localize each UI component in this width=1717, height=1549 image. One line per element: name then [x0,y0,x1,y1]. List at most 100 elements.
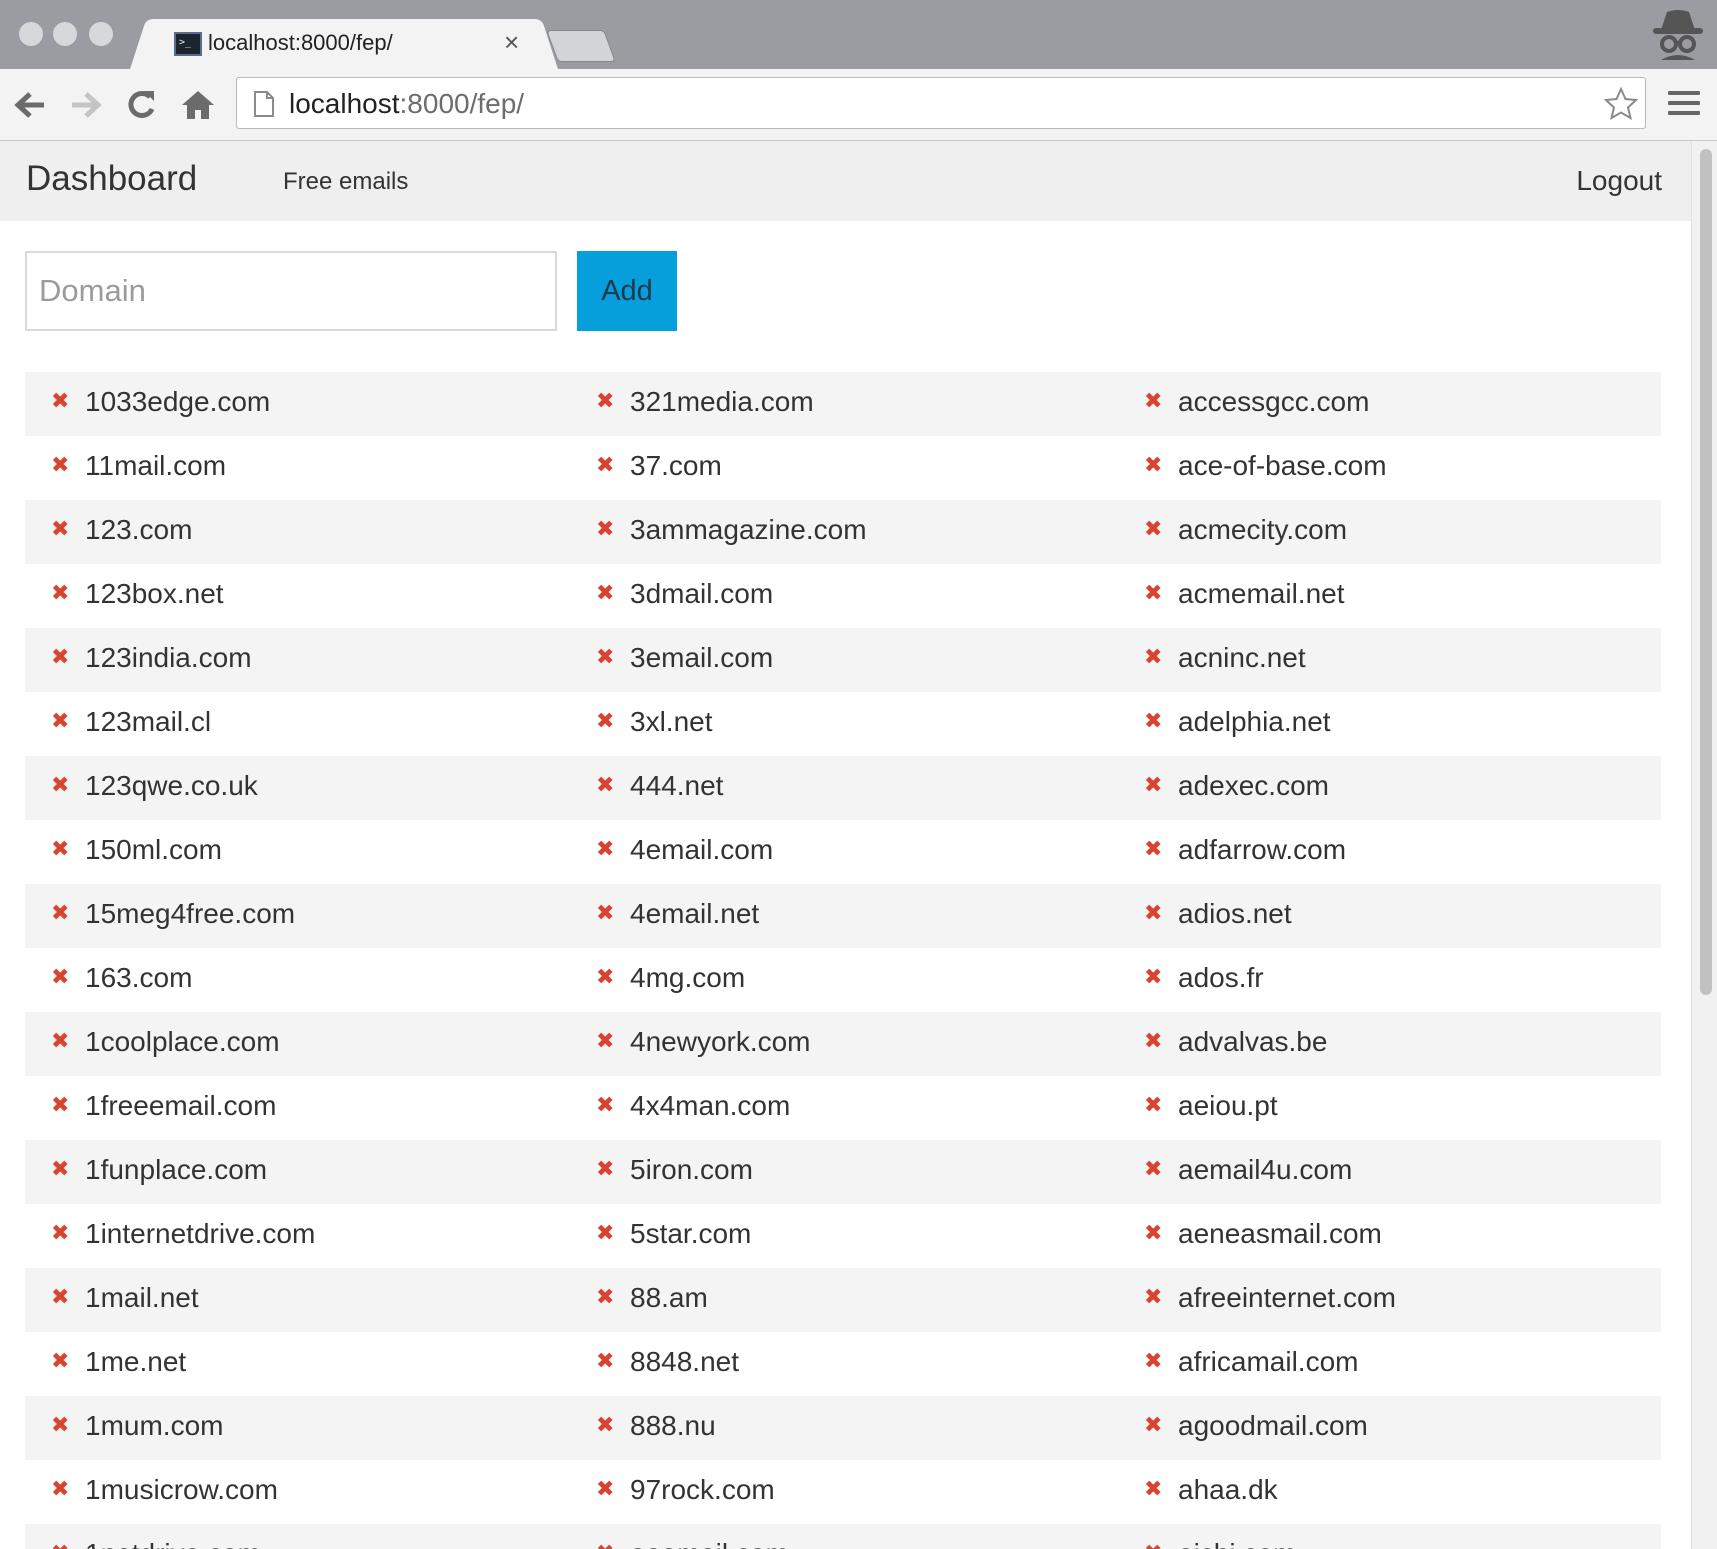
delete-domain-icon[interactable]: ✖ [596,966,614,988]
window-close-dot[interactable] [19,22,43,46]
delete-domain-icon[interactable]: ✖ [1144,838,1162,860]
domain-item: ✖ 1033edge.com [25,372,545,436]
delete-domain-icon[interactable]: ✖ [1144,710,1162,732]
browser-menu-icon[interactable] [1668,91,1700,121]
domain-item: ✖ 1funplace.com [25,1140,545,1204]
logout-link[interactable]: Logout [1576,165,1662,197]
browser-toolbar: localhost:8000/fep/ [0,69,1717,141]
delete-domain-icon[interactable]: ✖ [596,1350,614,1372]
delete-domain-icon[interactable]: ✖ [51,390,69,412]
delete-domain-icon[interactable]: ✖ [51,1350,69,1372]
delete-domain-icon[interactable]: ✖ [596,1222,614,1244]
delete-domain-icon[interactable]: ✖ [596,1094,614,1116]
delete-domain-icon[interactable]: ✖ [51,1414,69,1436]
delete-domain-icon[interactable]: ✖ [596,1286,614,1308]
delete-domain-icon[interactable]: ✖ [51,1286,69,1308]
delete-domain-icon[interactable]: ✖ [51,454,69,476]
domain-item: ✖ 4email.com [570,820,1090,884]
delete-domain-icon[interactable]: ✖ [1144,1030,1162,1052]
add-button[interactable]: Add [577,251,677,331]
delete-domain-icon[interactable]: ✖ [1144,1222,1162,1244]
browser-tab[interactable]: >_ localhost:8000/fep/ × [148,19,540,70]
delete-domain-icon[interactable]: ✖ [51,710,69,732]
domain-name: 37.com [630,450,722,481]
domain-name: afreeinternet.com [1178,1282,1396,1313]
domain-name: advalvas.be [1178,1026,1328,1057]
domain-item: ✖ 4newyork.com [570,1012,1090,1076]
scrollbar-thumb[interactable] [1700,149,1712,995]
delete-domain-icon[interactable]: ✖ [596,1478,614,1500]
delete-domain-icon[interactable]: ✖ [51,1158,69,1180]
delete-domain-icon[interactable]: ✖ [596,518,614,540]
delete-domain-icon[interactable]: ✖ [596,454,614,476]
domain-name: 1mail.net [85,1282,199,1313]
delete-domain-icon[interactable]: ✖ [1144,966,1162,988]
delete-domain-icon[interactable]: ✖ [51,518,69,540]
domain-item: ✖ aichi.com [1118,1524,1638,1549]
delete-domain-icon[interactable]: ✖ [596,838,614,860]
domain-name: 123india.com [85,642,252,673]
delete-domain-icon[interactable]: ✖ [1144,1350,1162,1372]
delete-domain-icon[interactable]: ✖ [1144,1542,1162,1549]
delete-domain-icon[interactable]: ✖ [51,1478,69,1500]
new-tab-button[interactable] [546,30,616,62]
delete-domain-icon[interactable]: ✖ [596,582,614,604]
delete-domain-icon[interactable]: ✖ [51,1030,69,1052]
delete-domain-icon[interactable]: ✖ [1144,902,1162,924]
delete-domain-icon[interactable]: ✖ [1144,454,1162,476]
tab-close-icon[interactable]: × [504,27,519,58]
browser-tabstrip: >_ localhost:8000/fep/ × [0,0,1717,70]
domain-row: ✖ 123.com ✖ 3ammagazine.com ✖ acmecity.com [25,500,1661,564]
domain-item: ✖ 5star.com [570,1204,1090,1268]
back-arrow-icon[interactable] [10,87,50,123]
delete-domain-icon[interactable]: ✖ [596,390,614,412]
delete-domain-icon[interactable]: ✖ [596,646,614,668]
delete-domain-icon[interactable]: ✖ [1144,1094,1162,1116]
domain-name: aichi.com [1178,1538,1296,1549]
delete-domain-icon[interactable]: ✖ [51,646,69,668]
delete-domain-icon[interactable]: ✖ [51,1542,69,1549]
domain-item: ✖ 37.com [570,436,1090,500]
delete-domain-icon[interactable]: ✖ [1144,646,1162,668]
delete-domain-icon[interactable]: ✖ [51,838,69,860]
window-zoom-dot[interactable] [89,22,113,46]
delete-domain-icon[interactable]: ✖ [596,902,614,924]
domain-row: ✖ 1funplace.com ✖ 5iron.com ✖ aemail4u.com [25,1140,1661,1204]
delete-domain-icon[interactable]: ✖ [1144,390,1162,412]
delete-domain-icon[interactable]: ✖ [1144,1478,1162,1500]
reload-icon[interactable] [122,87,162,123]
delete-domain-icon[interactable]: ✖ [596,1158,614,1180]
domain-name: 3email.com [630,642,774,673]
domain-input[interactable] [25,251,557,331]
domain-item: ✖ 1mum.com [25,1396,545,1460]
delete-domain-icon[interactable]: ✖ [1144,1158,1162,1180]
delete-domain-icon[interactable]: ✖ [596,710,614,732]
domain-item: ✖ ados.fr [1118,948,1638,1012]
delete-domain-icon[interactable]: ✖ [596,1542,614,1549]
window-minimize-dot[interactable] [53,22,77,46]
address-bar[interactable]: localhost:8000/fep/ [236,77,1646,129]
delete-domain-icon[interactable]: ✖ [51,1222,69,1244]
delete-domain-icon[interactable]: ✖ [51,966,69,988]
domain-name: 3dmail.com [630,578,774,609]
domain-item: ✖ 123india.com [25,628,545,692]
brand-link[interactable]: Dashboard [26,159,197,199]
domain-row: ✖ 11mail.com ✖ 37.com ✖ ace-of-base.com [25,436,1661,500]
delete-domain-icon[interactable]: ✖ [1144,1414,1162,1436]
delete-domain-icon[interactable]: ✖ [596,1030,614,1052]
delete-domain-icon[interactable]: ✖ [51,582,69,604]
delete-domain-icon[interactable]: ✖ [51,902,69,924]
delete-domain-icon[interactable]: ✖ [51,1094,69,1116]
forward-arrow-icon[interactable] [66,87,106,123]
delete-domain-icon[interactable]: ✖ [1144,582,1162,604]
delete-domain-icon[interactable]: ✖ [596,1414,614,1436]
delete-domain-icon[interactable]: ✖ [1144,774,1162,796]
delete-domain-icon[interactable]: ✖ [51,774,69,796]
nav-free-emails-link[interactable]: Free emails [283,168,408,196]
delete-domain-icon[interactable]: ✖ [1144,1286,1162,1308]
page-scrollbar[interactable] [1691,141,1717,1549]
delete-domain-icon[interactable]: ✖ [596,774,614,796]
bookmark-star-icon[interactable] [1603,86,1639,127]
delete-domain-icon[interactable]: ✖ [1144,518,1162,540]
home-icon[interactable] [178,87,218,123]
